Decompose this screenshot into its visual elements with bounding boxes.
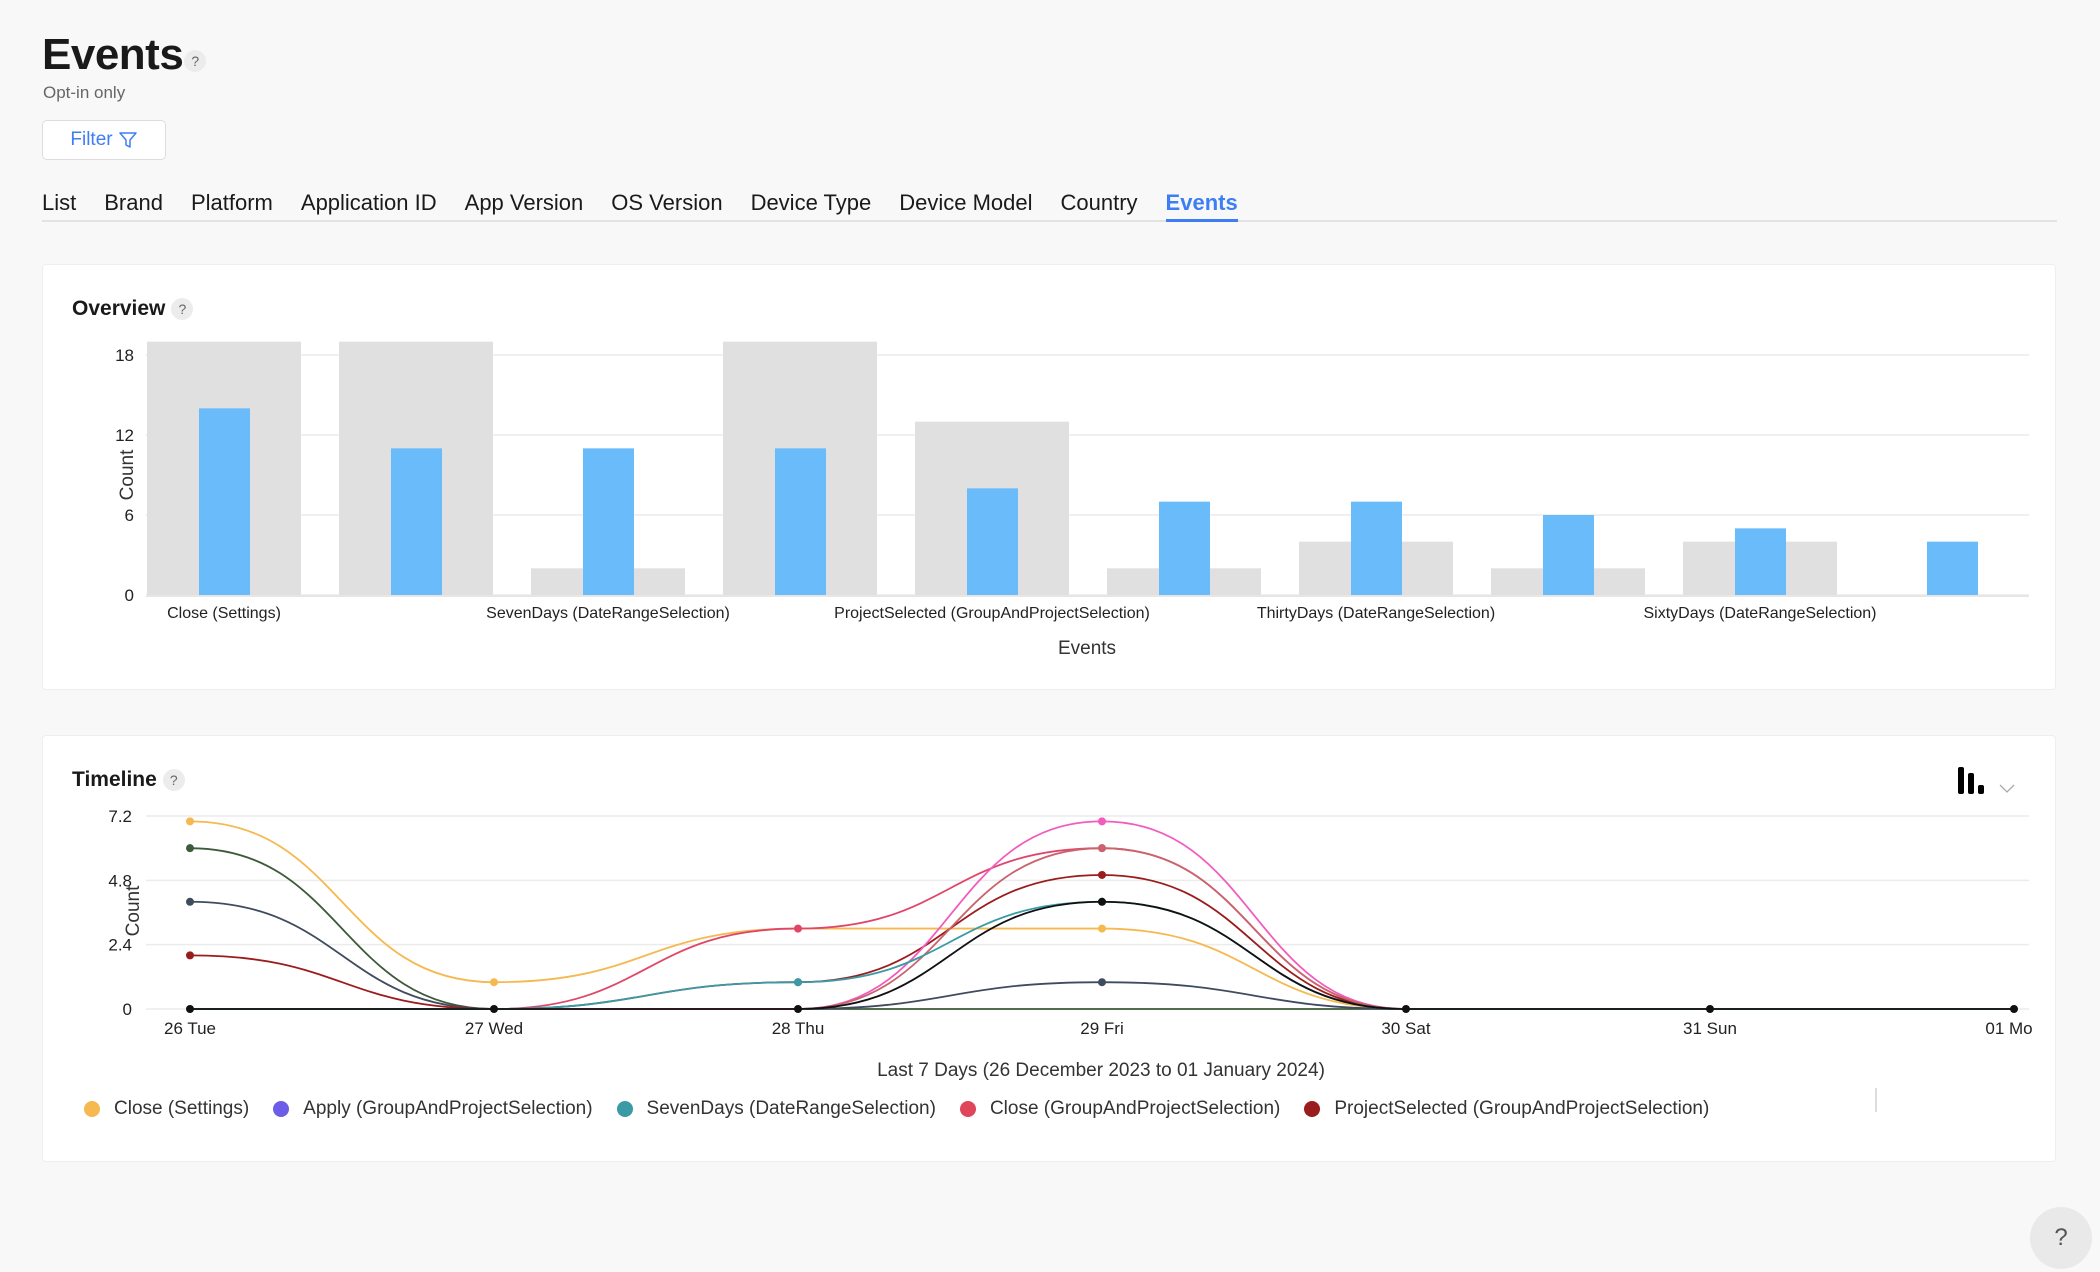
data-point[interactable] <box>1098 897 1106 906</box>
tab-device-model[interactable]: Device Model <box>899 190 1032 220</box>
help-fab-button[interactable]: ? <box>2030 1207 2092 1269</box>
data-point[interactable] <box>794 978 802 987</box>
legend-item[interactable]: Close (Settings) <box>84 1098 249 1120</box>
y-tick-label: 7.2 <box>108 807 132 826</box>
funnel-icon <box>118 132 137 148</box>
y-axis-label: Count <box>117 449 138 500</box>
y-tick-label: 6 <box>125 506 134 525</box>
legend-marker-icon <box>959 1101 976 1117</box>
tab-country[interactable]: Country <box>1061 190 1138 220</box>
series-line[interactable] <box>189 874 2014 1010</box>
legend-label: Close (GroupAndProjectSelection) <box>989 1098 1281 1119</box>
x-tick-label: ProjectSelected (GroupAndProjectSelectio… <box>834 605 1150 622</box>
data-point[interactable] <box>1098 817 1106 826</box>
x-tick-label: ThirtyDays (DateRangeSelection) <box>1257 605 1495 622</box>
tab-list[interactable]: List <box>42 190 76 220</box>
page-title: Events? <box>42 30 206 80</box>
x-tick-label: SixtyDays (DateRangeSelection) <box>1644 605 1877 622</box>
data-point[interactable] <box>186 897 194 906</box>
y-tick-label: 0 <box>123 1000 132 1019</box>
tab-events[interactable]: Events <box>1165 190 1238 222</box>
data-point[interactable] <box>490 1005 498 1013</box>
legend-label: ProjectSelected (GroupAndProjectSelectio… <box>1334 1098 1710 1119</box>
count-bar[interactable] <box>1351 501 1402 595</box>
count-bar[interactable] <box>1735 528 1786 595</box>
y-axis-label: Count <box>123 885 144 936</box>
legend-item[interactable]: Apply (GroupAndProjectSelection) <box>273 1098 593 1120</box>
filter-label: Filter <box>70 129 113 150</box>
y-tick-label: 2.4 <box>108 936 132 955</box>
count-bar[interactable] <box>775 448 826 595</box>
legend-item[interactable]: Close (GroupAndProjectSelection) <box>959 1098 1281 1120</box>
data-point[interactable] <box>1402 1005 1410 1013</box>
legend-label: Close (Settings) <box>114 1098 250 1119</box>
legend-label: SevenDays (DateRangeSelection) <box>646 1098 936 1119</box>
overview-bar-chart: 0 6 12 18 Count Close (Settings) SevenDays (Da… <box>115 341 2029 659</box>
data-point[interactable] <box>794 1005 802 1013</box>
tab-os-version[interactable]: OS Version <box>611 190 722 220</box>
legend-scrollbar[interactable] <box>1875 1088 1877 1112</box>
help-icon[interactable]: ? <box>184 50 206 72</box>
x-axis-label: Last 7 Days (26 December 2023 to 01 Janu… <box>877 1060 1325 1081</box>
count-bar[interactable] <box>1159 501 1210 595</box>
series-line[interactable] <box>189 900 2014 1010</box>
count-bar[interactable] <box>199 408 250 595</box>
count-bar[interactable] <box>967 488 1018 595</box>
legend-marker-icon <box>1304 1101 1321 1117</box>
y-tick-label: 0 <box>125 586 134 605</box>
x-axis-label: Events <box>1058 638 1116 659</box>
x-tick-label: Close (Settings) <box>167 605 281 622</box>
tab-app-version[interactable]: App Version <box>465 190 584 220</box>
data-point[interactable] <box>1098 844 1106 853</box>
legend-marker-icon <box>273 1101 290 1117</box>
page-subtitle: Opt-in only <box>43 83 126 102</box>
y-tick-label: 12 <box>115 426 134 445</box>
legend-item[interactable]: SevenDays (DateRangeSelection) <box>616 1098 936 1120</box>
legend-label: Apply (GroupAndProjectSelection) <box>303 1098 593 1119</box>
tab-platform[interactable]: Platform <box>191 190 273 220</box>
filter-button[interactable]: Filter <box>42 120 166 160</box>
x-tick-label: 30 Sat <box>1381 1019 1430 1038</box>
legend-marker-icon <box>616 1101 633 1117</box>
tab-brand[interactable]: Brand <box>104 190 163 220</box>
count-bar[interactable] <box>1543 515 1594 595</box>
tab-bar: List Brand Platform Application ID App Versi… <box>42 190 2057 222</box>
data-point[interactable] <box>490 978 498 987</box>
data-point[interactable] <box>1098 978 1106 987</box>
x-tick-label: 28 Thu <box>772 1019 825 1038</box>
data-point[interactable] <box>186 1005 194 1013</box>
page-title-text: Events <box>42 30 184 79</box>
x-tick-label: SevenDays (DateRangeSelection) <box>486 605 730 622</box>
count-bar[interactable] <box>391 448 442 595</box>
data-point[interactable] <box>1098 870 1106 879</box>
x-tick-label: 01 Mo <box>1985 1019 2032 1038</box>
timeline-legend: Close (Settings) Apply (GroupAndProjectSe… <box>84 1098 1709 1120</box>
y-tick-label: 18 <box>115 346 134 365</box>
data-point[interactable] <box>186 844 194 853</box>
count-bar[interactable] <box>1927 541 1978 595</box>
x-tick-label: 26 Tue <box>164 1019 216 1038</box>
tab-device-type[interactable]: Device Type <box>751 190 872 220</box>
x-tick-label: 31 Sun <box>1683 1019 1737 1038</box>
data-point[interactable] <box>2010 1005 2018 1013</box>
x-tick-label: 29 Fri <box>1080 1019 1123 1038</box>
legend-item[interactable]: ProjectSelected (GroupAndProjectSelectio… <box>1304 1098 1709 1120</box>
tab-application-id[interactable]: Application ID <box>301 190 437 220</box>
data-point[interactable] <box>186 817 194 826</box>
data-point[interactable] <box>1706 1005 1714 1013</box>
data-point[interactable] <box>186 951 194 960</box>
overview-card: Overview? 0 6 12 18 Count Close (Settings) Sev… <box>42 264 2056 690</box>
legend-marker-icon <box>84 1101 100 1117</box>
series-line[interactable] <box>190 900 2014 1010</box>
count-bar[interactable] <box>583 448 634 595</box>
data-point[interactable] <box>1098 924 1106 933</box>
data-point[interactable] <box>794 924 802 933</box>
x-tick-label: 27 Wed <box>465 1019 523 1038</box>
series-line[interactable] <box>190 900 2014 1010</box>
